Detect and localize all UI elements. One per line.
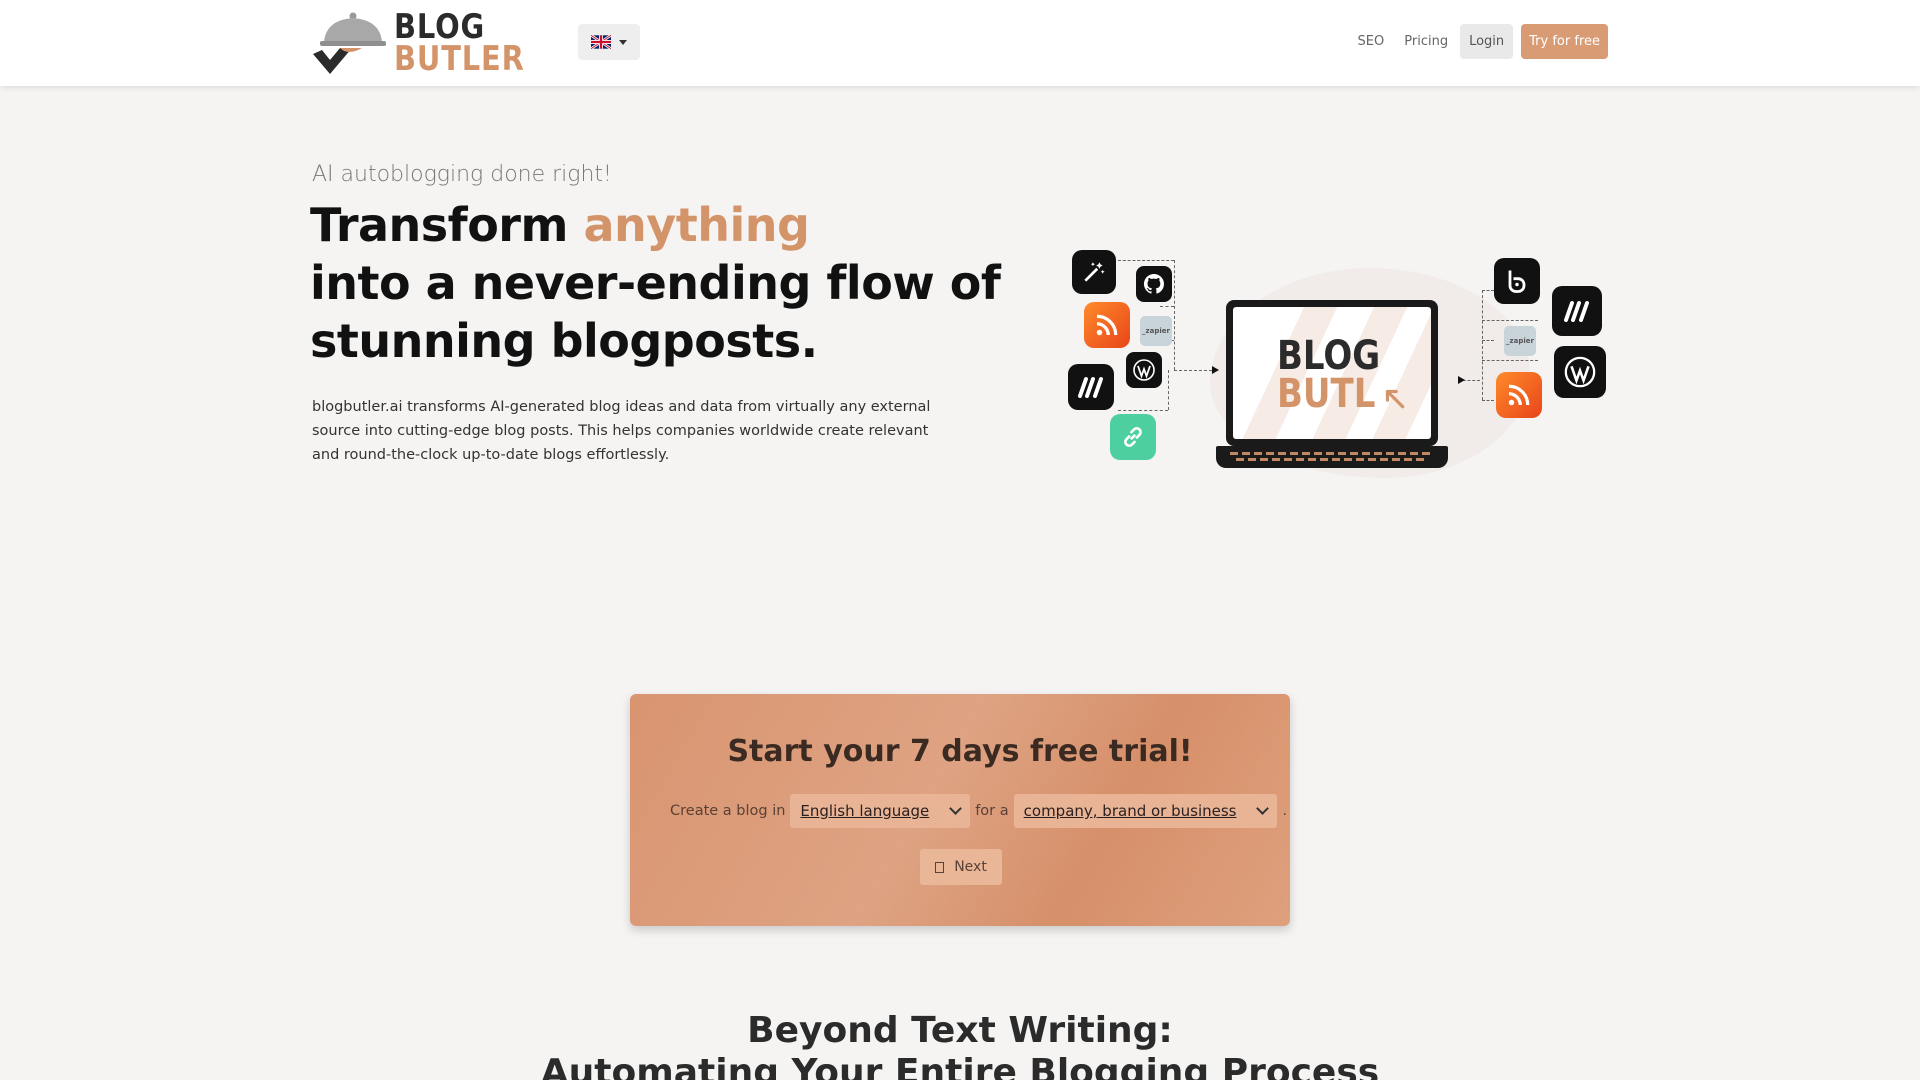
trial-prefix: Create a blog in [670, 803, 786, 819]
caret-down-icon [619, 39, 627, 45]
zapier-label: _zapier [1142, 327, 1170, 335]
connector-line [1482, 290, 1483, 400]
hero-headline: Transform anything into a never-ending f… [310, 196, 1001, 370]
laptop-keys [1230, 452, 1434, 455]
login-button[interactable]: Login [1460, 24, 1514, 59]
connector-line [1482, 360, 1538, 361]
logo-line1: BLOG [394, 7, 486, 47]
github-icon [1136, 266, 1172, 302]
connector-line [1482, 320, 1538, 321]
nav-link-pricing[interactable]: Pricing [1394, 34, 1458, 49]
headline-line3: stunning blogposts. [310, 314, 818, 368]
next-icon [935, 861, 945, 873]
connector-line [1482, 400, 1494, 401]
headline-accent: anything [583, 198, 810, 252]
arrow-right-icon [1458, 376, 1465, 384]
trial-suffix: . [1282, 803, 1288, 819]
cursor-arrow-icon [1385, 389, 1405, 409]
nav-right: SEO Pricing Login Try for free [1348, 24, 1608, 59]
zapier-icon: _zapier [1504, 326, 1536, 356]
connector-line [1482, 290, 1494, 291]
make-icon [1552, 286, 1602, 336]
section-heading: Beyond Text Writing: Automating Your Ent… [0, 1010, 1920, 1080]
navbar: BLOG BUTLER SEO Pricing Login Try for fr… [0, 0, 1920, 86]
link-icon [1110, 414, 1156, 460]
trial-connector: for a [975, 803, 1009, 819]
next-label: Next [954, 859, 987, 875]
uk-flag-icon [591, 35, 611, 49]
laptop-logo-text: BLOG BUTL [1277, 333, 1381, 417]
section-title-line2: Automating Your Entire Blogging Process [540, 1052, 1380, 1080]
laptop-keyboard-base [1216, 446, 1448, 468]
connector-line [1118, 410, 1168, 411]
laptop-line2: BUTL [1277, 371, 1376, 417]
headline-line2: into a never-ending flow of [310, 256, 1001, 310]
arrow-right-icon [1212, 366, 1219, 374]
make-icon [1068, 364, 1114, 410]
hero-description: blogbutler.ai transforms AI-generated bl… [312, 399, 931, 463]
hero-tagline: AI autoblogging done right! [312, 162, 612, 187]
next-button[interactable]: Next [920, 849, 1002, 885]
hero-illustration: _zapier BLOG BUTL _zapier [1060, 240, 1620, 480]
language-dropdown[interactable] [578, 24, 640, 60]
connector-line [1174, 260, 1175, 370]
audience-select[interactable]: company, brand or business [1013, 794, 1278, 828]
connector-line [1118, 260, 1174, 261]
trial-form-row: Create a blog in English language for a … [670, 794, 1287, 828]
trial-title: Start your 7 days free trial! [727, 734, 1193, 769]
zapier-label-right: _zapier [1506, 337, 1534, 345]
language-select-value: English language [800, 802, 930, 820]
audience-select-value: company, brand or business [1023, 802, 1237, 820]
connector-line [1174, 370, 1212, 371]
wordpress-icon [1126, 352, 1162, 388]
language-select[interactable]: English language [790, 794, 971, 828]
laptop-line1: BLOG [1277, 333, 1381, 379]
blogger-icon [1494, 258, 1540, 304]
connector-line [1168, 370, 1169, 410]
free-trial-card: Start your 7 days free trial! Create a b… [630, 694, 1290, 926]
section-title-line1: Beyond Text Writing: [747, 1010, 1173, 1051]
cloche-logo-icon [313, 12, 386, 74]
chevron-down-icon [1256, 802, 1270, 815]
logo-line2: BUTLER [394, 39, 525, 79]
rss-icon [1496, 372, 1542, 418]
connector-line [1482, 340, 1494, 341]
laptop-screen: BLOG BUTL [1226, 300, 1438, 446]
chevron-down-icon [949, 802, 963, 815]
headline-part1: Transform [310, 198, 584, 252]
logo[interactable]: BLOG BUTLER [310, 10, 524, 76]
connector-line [1160, 306, 1174, 307]
rss-icon [1084, 302, 1130, 348]
laptop-keys [1236, 458, 1428, 461]
nav-link-seo[interactable]: SEO [1348, 34, 1395, 49]
zapier-icon: _zapier [1140, 316, 1172, 346]
logo-wordmark: BLOG BUTLER [394, 7, 548, 79]
wordpress-icon [1554, 346, 1606, 398]
try-for-free-button[interactable]: Try for free [1521, 24, 1608, 59]
magic-wand-icon [1072, 250, 1116, 294]
